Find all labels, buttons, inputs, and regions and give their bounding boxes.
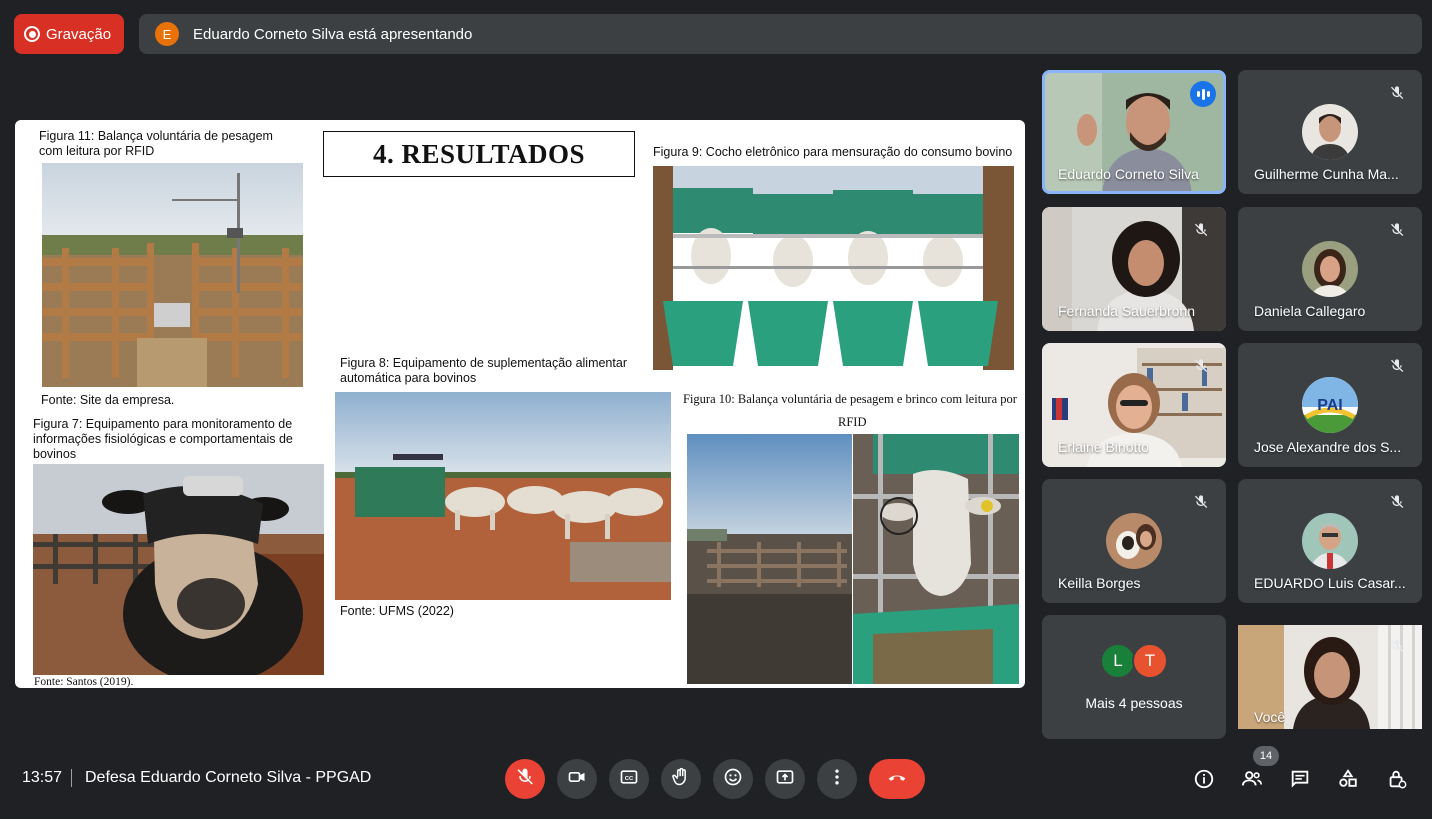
people-icon[interactable] [1239,766,1265,792]
mic-off-icon [1386,219,1408,241]
participant-tile-erlaine[interactable]: Erlaine Binotto [1042,343,1226,467]
emoji-icon [723,767,743,792]
presentation-banner: E Eduardo Corneto Silva está apresentand… [139,14,1422,54]
fig10-caption-line2: RFID [838,415,867,429]
fig8-source: Fonte: UFMS (2022) [340,604,454,618]
participant-avatar [1302,104,1358,160]
reactions-button[interactable] [713,759,753,799]
participant-avatar [1302,513,1358,569]
fig8-caption: Figura 8: Equipamento de suplementação a… [340,356,627,385]
meeting-clock: 13:57 [22,769,63,786]
fig10-caption-line1: Figura 10: Balança voluntária de pesagem… [683,392,1017,406]
fig11-photo [42,163,303,387]
presenting-text: Eduardo Corneto Silva está apresentando [193,25,473,43]
info-icon[interactable] [1191,766,1217,792]
mic-toggle-button[interactable] [505,759,545,799]
fig7-caption: Figura 7: Equipamento para monitoramento… [33,417,293,461]
camera-icon [567,767,587,792]
participant-name: EDUARDO Luis Casar... [1254,575,1406,591]
fig11-caption: Figura 11: Balança voluntária de pesagem… [39,129,273,158]
mic-off-icon [1190,219,1212,241]
participant-name: Keilla Borges [1058,575,1141,591]
participant-initial-avatar: T [1132,643,1168,679]
mic-off-icon [1386,82,1408,104]
participant-tile-eduardo-luis[interactable]: EDUARDO Luis Casar... [1238,479,1422,603]
participant-name: Erlaine Binotto [1058,439,1150,455]
mic-off-icon [1386,491,1408,513]
participant-name: Daniela Callegaro [1254,303,1366,319]
raise-hand-icon [671,767,691,792]
fig11-source: Fonte: Site da empresa. [41,393,175,407]
present-icon [775,767,795,792]
host-controls-icon[interactable] [1384,766,1410,792]
mic-off-icon [515,767,535,792]
participant-avatar: PAI [1302,377,1358,433]
participant-initial-avatar: L [1100,643,1136,679]
fig8-photo [335,392,671,600]
fig10-photo-right [853,434,1019,684]
present-button[interactable] [765,759,805,799]
meeting-title: Defesa Eduardo Corneto Silva - PPGAD [85,769,372,786]
participant-avatar [1106,513,1162,569]
svg-text:CC: CC [625,775,634,781]
fig7-photo [33,464,324,675]
fig9-caption: Figura 9: Cocho eletrônico para mensuraç… [653,145,1013,159]
participant-name: Eduardo Corneto Silva [1058,166,1199,182]
leave-call-button[interactable] [869,759,925,799]
chat-icon[interactable] [1287,766,1313,792]
participant-tile-jose-alexandre[interactable]: PAI Jose Alexandre dos S... [1238,343,1422,467]
more-participants-label: Mais 4 pessoas [1085,695,1183,711]
participant-name: Jose Alexandre dos S... [1254,439,1402,455]
presenter-avatar: E [155,22,179,46]
participant-name: Você [1254,709,1286,725]
participant-tile-daniela[interactable]: Daniela Callegaro [1238,207,1422,331]
participant-name: Fernanda Sauerbronn [1058,303,1195,319]
recording-label: Gravação [46,25,112,43]
mic-off-icon [1386,635,1408,657]
raise-hand-button[interactable] [661,759,701,799]
participant-tile-keilla[interactable]: Keilla Borges [1042,479,1226,603]
divider [71,769,72,787]
activities-icon[interactable] [1335,766,1361,792]
slide-title: 4. RESULTADOS [323,131,635,177]
svg-text:PAI: PAI [1317,397,1342,414]
participant-tile-guilherme[interactable]: Guilherme Cunha Ma... [1238,70,1422,194]
recording-button[interactable]: Gravação [14,14,124,54]
fig10-photo-left [687,434,852,684]
participant-tile-eduardo[interactable]: Eduardo Corneto Silva [1042,70,1226,194]
captions-button[interactable]: CC [609,759,649,799]
more-options-button[interactable] [817,759,857,799]
presentation-slide: Figura 11: Balança voluntária de pesagem… [15,120,1025,688]
self-view-tile[interactable]: Você [1238,615,1422,739]
mic-off-icon [1386,355,1408,377]
mic-off-icon [1190,491,1212,513]
more-participants-tile[interactable]: L T Mais 4 pessoas [1042,615,1226,739]
participant-tile-fernanda[interactable]: Fernanda Sauerbronn [1042,207,1226,331]
mic-off-icon [1190,355,1212,377]
camera-toggle-button[interactable] [557,759,597,799]
fig9-photo [653,166,1014,370]
more-icon [827,767,847,792]
end-call-icon [885,767,909,792]
record-icon [24,26,40,42]
captions-icon: CC [619,767,639,792]
speaking-indicator-icon [1190,81,1216,107]
fig7-source: Fonte: Santos (2019). [34,676,134,688]
people-count-badge: 14 [1253,746,1279,766]
participant-avatar [1302,241,1358,297]
participant-name: Guilherme Cunha Ma... [1254,166,1399,182]
